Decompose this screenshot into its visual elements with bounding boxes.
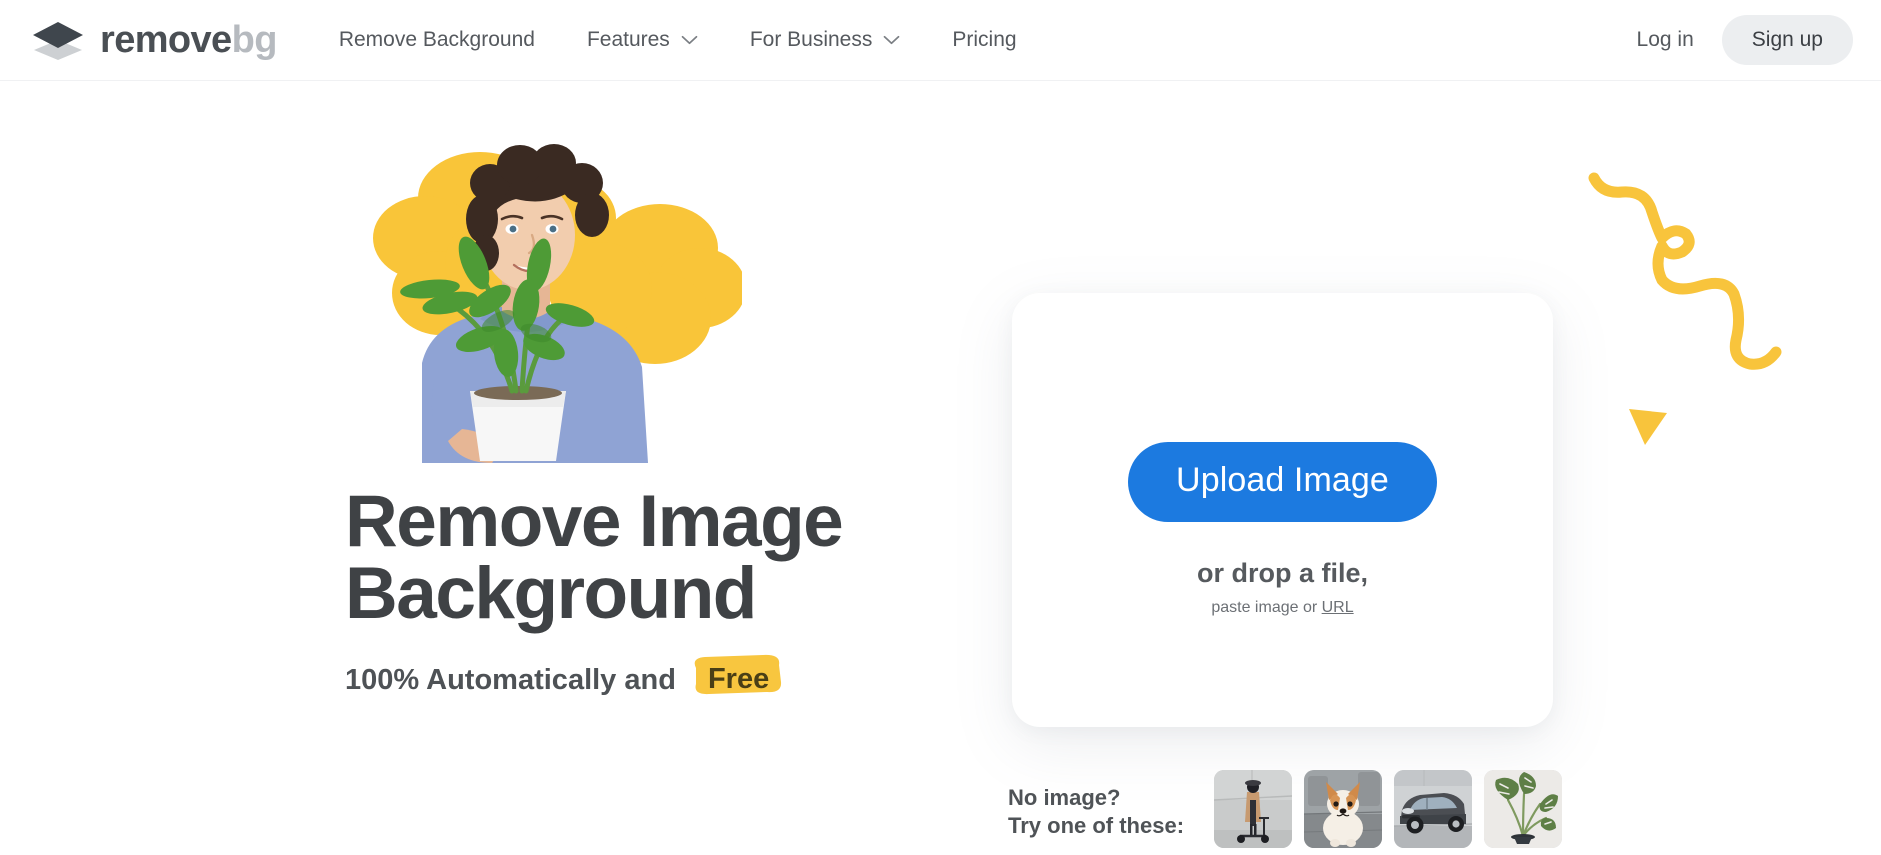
yellow-triangle-icon <box>1625 405 1671 447</box>
sample-label-line-2: Try one of these: <box>1008 813 1185 838</box>
brand-name-light: bg <box>231 19 278 61</box>
chevron-down-icon <box>681 35 698 45</box>
sample-images-section: No image? Try one of these: <box>1008 770 1563 848</box>
drop-file-text: or drop a file, <box>1196 557 1369 588</box>
hero-left-column: Remove Image Background 100% Automatical… <box>0 81 940 855</box>
woman-on-scooter-thumbnail[interactable] <box>1214 770 1293 848</box>
url-link[interactable]: URL <box>1322 599 1354 616</box>
headline-line-2: Background <box>345 552 757 634</box>
hero-photo <box>330 123 742 463</box>
nav-label: Pricing <box>952 28 1017 51</box>
brand-name: removebg <box>100 21 277 59</box>
page-root: removebg Remove Background Features For … <box>0 0 1881 855</box>
sample-images-label: No image? Try one of these: <box>1008 784 1184 840</box>
gray-car-thumbnail[interactable] <box>1394 770 1473 848</box>
brand-logo[interactable]: removebg <box>30 18 277 62</box>
upload-image-button[interactable]: Upload Image <box>1128 441 1437 522</box>
nav-item-features[interactable]: Features <box>561 18 724 62</box>
nav-item-remove-background[interactable]: Remove Background <box>329 18 561 62</box>
free-badge: Free <box>692 654 785 700</box>
corgi-dog-thumbnail[interactable] <box>1304 770 1383 848</box>
signup-button[interactable]: Sign up <box>1721 15 1853 65</box>
main-nav: Remove Background Features For Business <box>329 18 1043 62</box>
nav-item-for-business[interactable]: For Business <box>724 18 927 62</box>
chevron-down-icon <box>883 35 900 45</box>
nav-item-pricing[interactable]: Pricing <box>926 18 1042 62</box>
brand-name-dark: remove <box>100 19 232 61</box>
page-title: Remove Image Background <box>345 485 945 630</box>
paste-prefix-text: paste image or <box>1211 598 1322 616</box>
site-header: removebg Remove Background Features For … <box>0 0 1881 81</box>
nav-label: Features <box>586 28 670 51</box>
hero-subtitle: 100% Automatically and Free <box>345 654 785 700</box>
free-badge-label: Free <box>707 663 770 695</box>
nav-label: For Business <box>749 28 873 51</box>
sample-label-line-1: No image? <box>1008 784 1121 810</box>
header-actions: Log in Sign up <box>1615 15 1853 65</box>
monstera-plant-thumbnail[interactable] <box>1484 770 1563 848</box>
stacked-layers-icon <box>30 18 86 62</box>
login-link[interactable]: Log in <box>1615 16 1716 64</box>
hero-subtitle-text: 100% Automatically and <box>345 664 676 696</box>
paste-or-url-line: paste image or URL <box>1211 599 1353 617</box>
headline-line-1: Remove Image <box>345 481 844 562</box>
nav-label: Remove Background <box>338 28 535 51</box>
sample-thumbnail-list <box>1214 770 1563 848</box>
yellow-squiggle-icon <box>1588 168 1836 398</box>
upload-dropzone-card[interactable]: Upload Image or drop a file, paste image… <box>1012 293 1553 727</box>
